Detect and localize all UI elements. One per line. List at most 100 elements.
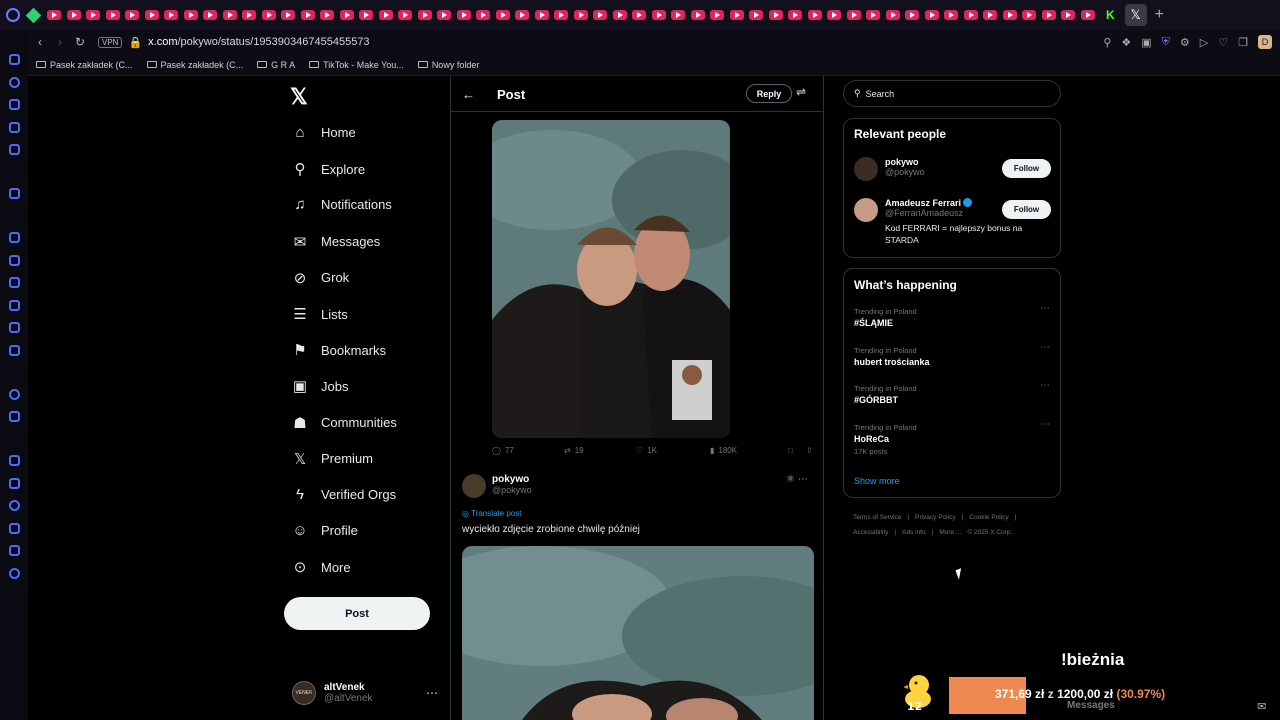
tab-youtube-icon[interactable] [476, 10, 490, 20]
tab-youtube-icon[interactable] [671, 10, 685, 20]
box-icon[interactable] [8, 545, 20, 556]
repost-action[interactable]: ⇄ 19 [564, 446, 636, 455]
tab-youtube-icon[interactable] [651, 10, 666, 20]
reply-action[interactable]: ◯ 77 [492, 446, 564, 455]
x-logo-icon[interactable]: 𝕏 [290, 84, 308, 110]
tab-youtube-icon[interactable] [729, 10, 744, 20]
messages-drawer-icon[interactable]: ✉ [1257, 700, 1266, 713]
share-icon[interactable]: ⇧ [806, 446, 813, 455]
forward-icon[interactable]: › [50, 35, 70, 49]
nav-item-grok[interactable]: ⊘ Grok [292, 269, 349, 287]
bookmark-item[interactable]: Nowy folder [417, 60, 479, 70]
bookmark-item[interactable]: TikTok - Make You... [309, 60, 404, 70]
heart-icon[interactable]: ♡ [1218, 36, 1228, 49]
extensions-icon[interactable]: ❒ [1238, 36, 1248, 49]
nav-item-bookmarks[interactable]: ⚑ Bookmarks [292, 341, 386, 359]
avatar[interactable] [462, 474, 486, 498]
x-icon[interactable] [8, 322, 20, 333]
tab-youtube-icon[interactable] [125, 10, 139, 20]
tab-youtube-icon[interactable] [164, 10, 178, 20]
tab-youtube-icon[interactable] [749, 10, 763, 20]
reload-icon[interactable]: ↻ [70, 35, 90, 49]
tab-youtube-icon[interactable] [1041, 10, 1056, 20]
post-button[interactable]: Post [284, 597, 430, 630]
tab-kick-icon[interactable]: K [1106, 8, 1115, 22]
reader-icon[interactable] [8, 144, 20, 155]
tab-youtube-icon[interactable] [261, 10, 276, 20]
person-pokywo[interactable]: pokywo @pokywo [854, 157, 925, 181]
tab-x-active[interactable]: 𝕏 [1124, 4, 1147, 26]
footer-link[interactable]: Ads info [902, 529, 926, 536]
nav-item-lists[interactable]: ☰ Lists [292, 305, 347, 323]
lock-icon[interactable]: 🔒 [128, 36, 142, 49]
tab-youtube-icon[interactable] [242, 10, 256, 20]
tab-youtube-icon[interactable] [281, 10, 295, 20]
tab-youtube-icon[interactable] [203, 10, 217, 20]
wallet-icon[interactable] [8, 121, 20, 133]
follow-button[interactable]: Follow [1002, 200, 1051, 219]
show-more-link[interactable]: Show more [854, 476, 900, 486]
nav-item-premium[interactable]: 𝕏 Premium [292, 450, 373, 468]
tab-youtube-icon[interactable] [47, 10, 61, 20]
footer-link[interactable]: More ... [939, 529, 961, 536]
like-action[interactable]: ♡ 1K [636, 446, 710, 455]
tab-youtube-icon[interactable] [963, 10, 978, 20]
tab-youtube-icon[interactable] [1002, 10, 1017, 20]
tab-youtube-icon[interactable] [905, 10, 919, 20]
vpn-badge[interactable]: VPN [98, 36, 123, 48]
nav-item-messages[interactable]: ✉ Messages [292, 233, 381, 251]
telegram-icon[interactable] [8, 277, 20, 288]
account-switcher[interactable]: VENEK altVenek @altVenek [292, 681, 373, 705]
nav-item-jobs[interactable]: ▣ Jobs [292, 377, 349, 395]
profile-avatar[interactable]: D [1258, 35, 1272, 49]
search-input[interactable]: ⚲ Search [843, 80, 1061, 107]
messages-drawer-label[interactable]: Messages [1067, 700, 1115, 711]
tab-youtube-icon[interactable] [1022, 10, 1036, 20]
extensions-icon[interactable] [8, 522, 20, 534]
tab-youtube-icon[interactable] [690, 10, 705, 20]
tab-youtube-icon[interactable] [983, 10, 997, 20]
tab-youtube-icon[interactable] [378, 10, 393, 20]
more-dots-icon[interactable]: ⋯ [798, 474, 808, 485]
bookmark-item[interactable]: Pasek zakładek (C... [146, 60, 243, 70]
tab-chatgpt-icon[interactable] [25, 7, 42, 23]
footer-link[interactable]: Cookie Policy [969, 514, 1008, 521]
bookmark-item[interactable]: G R A [257, 60, 295, 70]
tab-youtube-icon[interactable] [339, 10, 354, 20]
zoom-icon[interactable]: ⚲ [1103, 36, 1111, 49]
tweet-author-handle[interactable]: @pokywo [492, 485, 532, 495]
tweet-author-name[interactable]: pokywo [492, 474, 532, 485]
tab-youtube-icon[interactable] [300, 10, 315, 20]
shield-icon[interactable]: ⛨ [1162, 36, 1170, 49]
tab-youtube-icon[interactable] [554, 10, 568, 20]
tab-youtube-icon[interactable] [320, 10, 334, 20]
bookmark-icon[interactable]: □ [788, 446, 806, 455]
tab-youtube-icon[interactable] [398, 10, 412, 20]
footer-link[interactable]: © 2025 X Corp. [967, 529, 1012, 536]
tab-youtube-icon[interactable] [768, 10, 783, 20]
nav-item-profile[interactable]: ☺ Profile [292, 522, 358, 539]
discord-icon[interactable] [8, 344, 20, 356]
download-icon[interactable] [8, 99, 20, 110]
tab-youtube-icon[interactable] [144, 10, 159, 20]
messenger-icon[interactable] [8, 254, 20, 266]
footer-link[interactable]: Terms of Service [853, 514, 901, 521]
trend-item[interactable]: Trending in Poland #GÓRBBT [854, 384, 917, 405]
snapshot-icon[interactable]: ▣ [1141, 36, 1151, 49]
more-dots-icon[interactable]: ⋯ [1040, 380, 1050, 391]
tab-youtube-icon[interactable] [534, 10, 549, 20]
views-action[interactable]: ▮ 180K [710, 446, 788, 455]
trend-item[interactable]: Trending in Poland HoReCa 17K posts [854, 423, 917, 456]
filter-icon[interactable]: ⇌ [796, 85, 806, 99]
trend-item[interactable]: Trending in Poland #ŚLĄMIE [854, 307, 917, 328]
heart-icon[interactable] [8, 455, 20, 466]
list-icon[interactable] [8, 477, 20, 489]
tab-youtube-icon[interactable] [1061, 10, 1075, 20]
translate-icon[interactable]: ⚙ [1180, 36, 1190, 49]
pin-icon[interactable]: ❖ [1121, 36, 1131, 49]
more-dots-icon[interactable]: ⋯ [426, 686, 438, 700]
tab-youtube-icon[interactable] [86, 10, 100, 20]
grok-icon[interactable]: ⚛ [786, 474, 795, 485]
history-icon[interactable] [8, 76, 20, 88]
tab-youtube-icon[interactable] [593, 10, 607, 20]
